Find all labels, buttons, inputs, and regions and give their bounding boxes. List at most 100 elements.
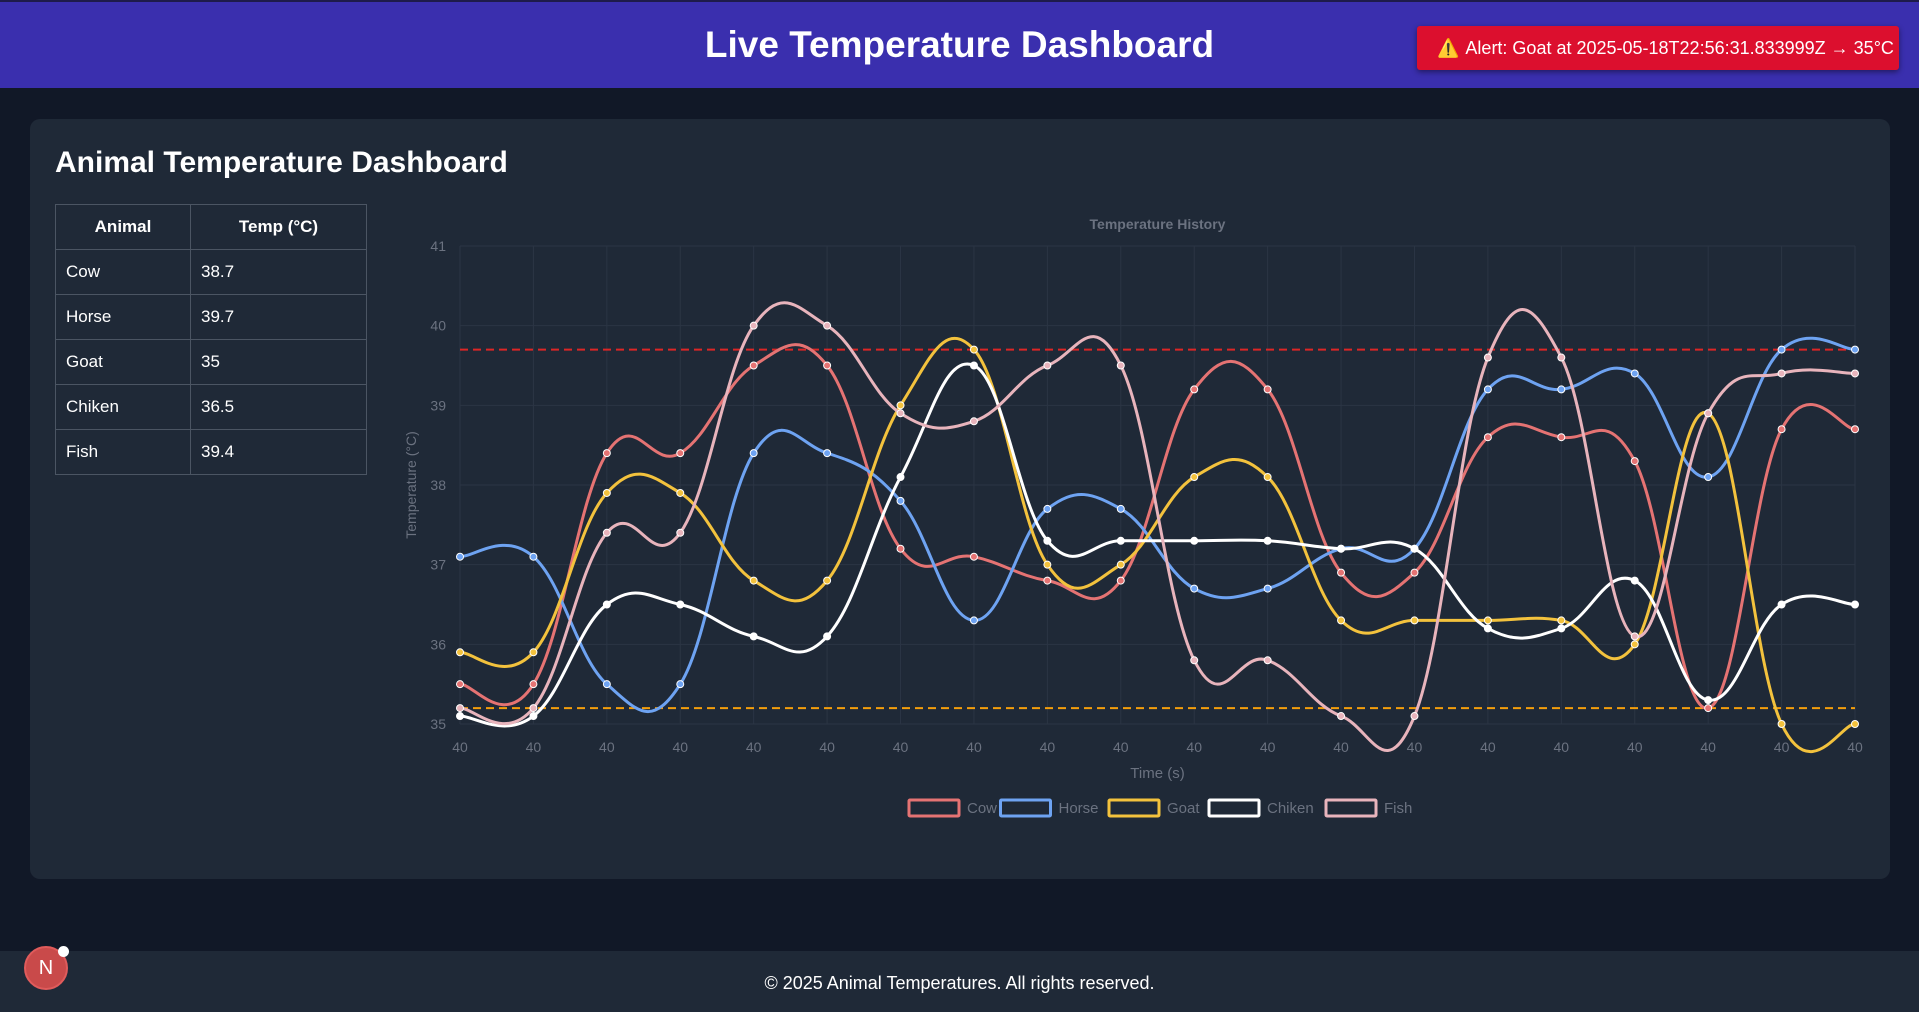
- legend-swatch-goat: [1107, 798, 1161, 818]
- data-point-chiken: [1851, 600, 1859, 609]
- data-point-chiken: [676, 600, 685, 609]
- data-point-chiken: [529, 712, 538, 721]
- status-dot: [58, 946, 69, 957]
- data-point-goat: [969, 345, 978, 354]
- y-tick-label: 40: [430, 318, 446, 334]
- data-point-cow: [1704, 704, 1713, 713]
- y-tick-label: 36: [430, 636, 446, 652]
- data-point-fish: [1483, 353, 1492, 362]
- data-point-horse: [1557, 385, 1566, 394]
- data-point-goat: [1190, 473, 1199, 482]
- x-tick-label: 40: [599, 739, 615, 755]
- data-point-goat: [749, 576, 758, 585]
- x-tick-label: 40: [746, 739, 762, 755]
- data-point-chiken: [1190, 536, 1199, 545]
- data-point-fish: [1190, 656, 1199, 665]
- x-tick-label: 40: [1333, 739, 1349, 755]
- data-point-goat: [1777, 720, 1786, 728]
- data-point-fish: [1263, 656, 1272, 665]
- legend-label-horse: Horse: [1059, 800, 1099, 817]
- data-point-fish: [1630, 632, 1639, 641]
- y-tick-label: 41: [430, 238, 446, 254]
- y-axis-label: Temperature (°C): [403, 431, 419, 539]
- data-point-cow: [1263, 385, 1272, 394]
- data-point-chiken: [1483, 624, 1492, 633]
- data-point-goat: [676, 488, 685, 497]
- data-point-cow: [823, 361, 832, 370]
- x-tick-label: 40: [672, 739, 688, 755]
- data-point-chiken: [969, 361, 978, 370]
- x-tick-label: 40: [1260, 739, 1276, 755]
- data-point-chiken: [1337, 544, 1346, 553]
- data-point-fish: [1337, 712, 1346, 721]
- legend-swatch-cow: [907, 798, 961, 818]
- data-point-chiken: [1043, 536, 1052, 545]
- data-point-horse: [896, 496, 905, 505]
- data-point-goat: [896, 401, 905, 410]
- data-point-chiken: [823, 632, 832, 641]
- data-point-horse: [1704, 473, 1713, 482]
- data-point-fish: [1043, 361, 1052, 370]
- x-axis-label: Time (s): [1130, 765, 1184, 782]
- data-point-cow: [676, 449, 685, 458]
- data-point-horse: [1263, 584, 1272, 593]
- legend-label-goat: Goat: [1167, 800, 1200, 817]
- data-point-chiken: [1557, 624, 1566, 633]
- avatar-letter: N: [38, 956, 54, 979]
- data-point-goat: [602, 488, 611, 497]
- y-tick-label: 39: [430, 397, 446, 413]
- x-tick-label: 40: [966, 739, 982, 755]
- data-point-cow: [1043, 576, 1052, 585]
- x-tick-label: 40: [1480, 739, 1496, 755]
- data-point-cow: [1557, 433, 1566, 442]
- legend-label-fish: Fish: [1384, 800, 1412, 817]
- data-point-horse: [749, 449, 758, 458]
- data-point-fish: [896, 409, 905, 418]
- data-point-horse: [602, 680, 611, 689]
- data-point-fish: [529, 704, 538, 713]
- legend-label-cow: Cow: [967, 800, 997, 817]
- x-tick-label: 40: [893, 739, 909, 755]
- data-point-goat: [1337, 616, 1346, 625]
- data-point-horse: [1190, 584, 1199, 593]
- x-tick-label: 40: [526, 739, 542, 755]
- data-point-fish: [1410, 712, 1419, 721]
- data-point-fish: [749, 321, 758, 330]
- chart-title: Temperature History: [1090, 216, 1226, 232]
- legend-swatch-horse: [999, 798, 1052, 818]
- data-point-goat: [1410, 616, 1419, 625]
- data-point-cow: [456, 680, 464, 689]
- data-point-horse: [1116, 504, 1125, 513]
- data-point-chiken: [749, 632, 758, 641]
- data-point-horse: [676, 680, 685, 689]
- data-point-cow: [896, 544, 905, 553]
- data-point-horse: [1043, 504, 1052, 513]
- y-tick-label: 38: [430, 477, 446, 493]
- data-point-fish: [1704, 409, 1713, 418]
- x-tick-label: 40: [1627, 739, 1643, 755]
- data-point-cow: [1851, 425, 1859, 434]
- data-point-goat: [1557, 616, 1566, 625]
- data-point-cow: [529, 680, 538, 689]
- y-tick-label: 35: [430, 716, 446, 732]
- data-point-cow: [1777, 425, 1786, 434]
- y-tick-label: 37: [430, 557, 446, 573]
- data-point-goat: [823, 576, 832, 585]
- data-point-fish: [602, 528, 611, 537]
- series-line-horse: [459, 336, 1856, 714]
- data-point-goat: [1851, 720, 1859, 728]
- data-point-chiken: [896, 473, 905, 482]
- x-tick-label: 40: [1040, 739, 1056, 755]
- data-point-horse: [823, 449, 832, 458]
- x-tick-label: 40: [1407, 739, 1423, 755]
- data-point-chiken: [1777, 600, 1786, 609]
- x-tick-label: 40: [1774, 739, 1790, 755]
- data-point-fish: [456, 704, 464, 713]
- data-point-fish: [1116, 361, 1125, 370]
- data-point-cow: [1630, 457, 1639, 466]
- data-point-fish: [1851, 369, 1859, 378]
- data-point-chiken: [1116, 536, 1125, 545]
- x-tick-label: 40: [1847, 739, 1863, 755]
- data-point-chiken: [1410, 544, 1419, 553]
- data-point-horse: [1851, 345, 1859, 354]
